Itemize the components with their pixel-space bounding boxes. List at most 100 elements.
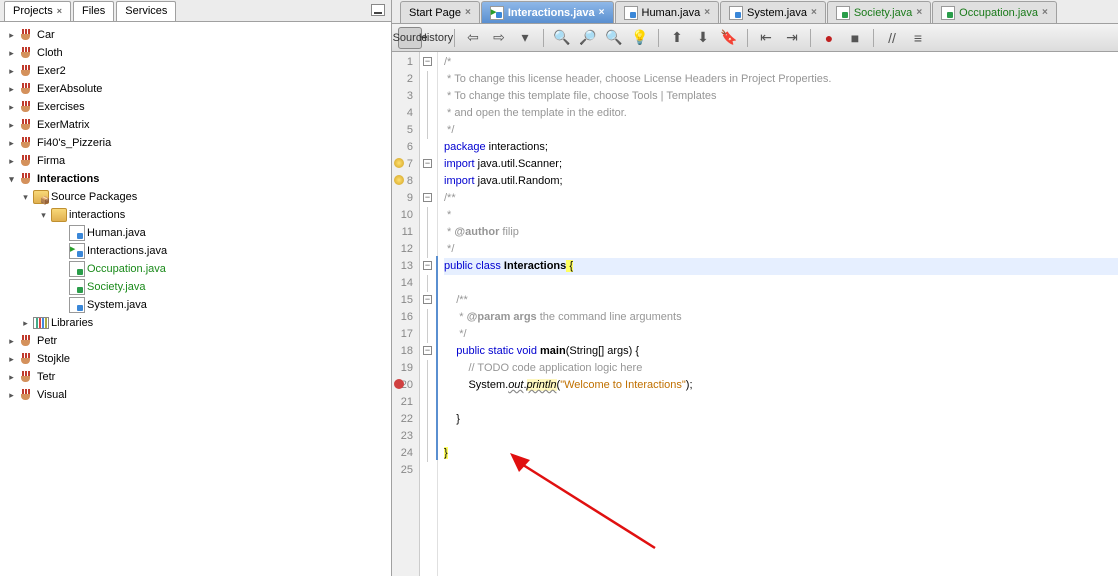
- java-file-icon: [69, 297, 85, 313]
- tree-toggle[interactable]: [38, 210, 49, 221]
- close-icon[interactable]: ×: [704, 7, 710, 18]
- tree-toggle[interactable]: [6, 156, 17, 167]
- macro-record-icon[interactable]: ●: [817, 27, 841, 49]
- shift-left-icon[interactable]: ⇤: [754, 27, 778, 49]
- forward-icon[interactable]: ⇨: [487, 27, 511, 49]
- tree-toggle[interactable]: [6, 48, 17, 59]
- tab-start-page[interactable]: Start Page×: [400, 1, 480, 23]
- history-button[interactable]: History: [424, 27, 448, 49]
- coffee-icon: [19, 369, 35, 385]
- coffee-icon: [19, 153, 35, 169]
- coffee-icon: [19, 81, 35, 97]
- project-item[interactable]: ExerAbsolute: [2, 80, 389, 98]
- line-number-gutter: 1234567891011121314151617181920212223242…: [392, 52, 420, 576]
- java-file[interactable]: Society.java: [2, 278, 389, 296]
- coffee-icon: [19, 45, 35, 61]
- tab-interactions[interactable]: Interactions.java×: [481, 1, 614, 23]
- project-item[interactable]: Firma: [2, 152, 389, 170]
- dropdown-icon[interactable]: ▾: [513, 27, 537, 49]
- fold-toggle[interactable]: −: [423, 159, 432, 168]
- tree-toggle[interactable]: [6, 138, 17, 149]
- fold-toggle[interactable]: −: [423, 57, 432, 66]
- toggle-bookmark-icon[interactable]: 🔖: [717, 27, 741, 49]
- macro-stop-icon[interactable]: ■: [843, 27, 867, 49]
- tree-toggle[interactable]: [6, 174, 17, 185]
- package-item[interactable]: interactions: [2, 206, 389, 224]
- project-item[interactable]: Visual: [2, 386, 389, 404]
- project-item[interactable]: Exer2: [2, 62, 389, 80]
- tab-services[interactable]: Services: [116, 1, 176, 21]
- left-panel: Projects× Files Services Car Cloth Exer2…: [0, 0, 392, 576]
- highlight-icon[interactable]: 💡: [628, 27, 652, 49]
- tree-toggle[interactable]: [6, 102, 17, 113]
- java-file[interactable]: System.java: [2, 296, 389, 314]
- project-item[interactable]: Exercises: [2, 98, 389, 116]
- tree-toggle[interactable]: [6, 84, 17, 95]
- shift-right-icon[interactable]: ⇥: [780, 27, 804, 49]
- uncomment-icon[interactable]: ≡: [906, 27, 930, 49]
- project-item[interactable]: Cloth: [2, 44, 389, 62]
- project-item[interactable]: Car: [2, 26, 389, 44]
- find-prev-icon[interactable]: 🔎: [576, 27, 600, 49]
- project-item[interactable]: Stojkle: [2, 350, 389, 368]
- tab-human[interactable]: Human.java×: [615, 1, 720, 23]
- tree-toggle[interactable]: [6, 66, 17, 77]
- tab-society[interactable]: Society.java×: [827, 1, 931, 23]
- tree-toggle[interactable]: [6, 336, 17, 347]
- fold-toggle[interactable]: −: [423, 295, 432, 304]
- editor-tabs: Start Page× Interactions.java× Human.jav…: [392, 0, 1118, 24]
- comment-icon[interactable]: //: [880, 27, 904, 49]
- right-panel: Start Page× Interactions.java× Human.jav…: [392, 0, 1118, 576]
- java-file[interactable]: Human.java: [2, 224, 389, 242]
- close-icon[interactable]: ×: [811, 7, 817, 18]
- tab-occupation[interactable]: Occupation.java×: [932, 1, 1057, 23]
- close-icon[interactable]: ×: [599, 7, 605, 18]
- project-item[interactable]: Petr: [2, 332, 389, 350]
- close-icon[interactable]: ×: [1042, 7, 1048, 18]
- project-item[interactable]: ExerMatrix: [2, 116, 389, 134]
- find-next-icon[interactable]: 🔍: [602, 27, 626, 49]
- tab-files[interactable]: Files: [73, 1, 114, 21]
- tree-toggle[interactable]: [6, 120, 17, 131]
- tree-toggle[interactable]: [6, 30, 17, 41]
- coffee-icon: [19, 135, 35, 151]
- project-item[interactable]: Fi40's_Pizzeria: [2, 134, 389, 152]
- close-icon[interactable]: ×: [465, 7, 471, 18]
- fold-toggle[interactable]: −: [423, 346, 432, 355]
- tab-system[interactable]: System.java×: [720, 1, 826, 23]
- java-file[interactable]: Interactions.java: [2, 242, 389, 260]
- coffee-icon: [19, 117, 35, 133]
- tree-toggle[interactable]: [6, 372, 17, 383]
- close-icon[interactable]: ×: [57, 6, 62, 16]
- minimize-icon[interactable]: [371, 4, 385, 16]
- tab-projects[interactable]: Projects×: [4, 1, 71, 21]
- java-file-icon: [624, 6, 638, 20]
- java-file-icon: [836, 6, 850, 20]
- java-file[interactable]: Occupation.java: [2, 260, 389, 278]
- libraries[interactable]: Libraries: [2, 314, 389, 332]
- close-icon[interactable]: ×: [916, 7, 922, 18]
- project-tree: Car Cloth Exer2 ExerAbsolute Exercises E…: [0, 22, 391, 576]
- coffee-icon: [19, 99, 35, 115]
- coffee-icon: [19, 333, 35, 349]
- package-folder-icon: [33, 190, 49, 204]
- project-item[interactable]: Tetr: [2, 368, 389, 386]
- tree-toggle[interactable]: [6, 390, 17, 401]
- next-bookmark-icon[interactable]: ⬇: [691, 27, 715, 49]
- editor-area[interactable]: 1234567891011121314151617181920212223242…: [392, 52, 1118, 576]
- libraries-icon: [33, 317, 49, 329]
- project-item-active[interactable]: Interactions: [2, 170, 389, 188]
- tree-toggle[interactable]: [20, 192, 31, 203]
- java-main-icon: [69, 243, 85, 259]
- code-area[interactable]: /* * To change this license header, choo…: [438, 52, 1118, 576]
- coffee-icon: [19, 63, 35, 79]
- find-selection-icon[interactable]: 🔍: [550, 27, 574, 49]
- fold-toggle[interactable]: −: [423, 261, 432, 270]
- fold-toggle[interactable]: −: [423, 193, 432, 202]
- prev-bookmark-icon[interactable]: ⬆: [665, 27, 689, 49]
- java-file-icon: [69, 279, 85, 295]
- tree-toggle[interactable]: [6, 354, 17, 365]
- tree-toggle[interactable]: [20, 318, 31, 329]
- source-packages[interactable]: Source Packages: [2, 188, 389, 206]
- back-icon[interactable]: ⇦: [461, 27, 485, 49]
